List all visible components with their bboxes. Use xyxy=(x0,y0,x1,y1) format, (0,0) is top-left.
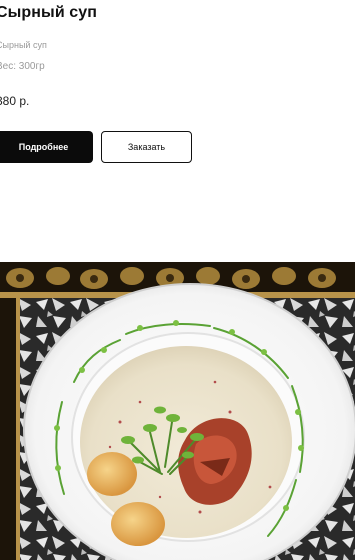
product-weight: Вес: 300гр xyxy=(0,61,45,72)
order-button[interactable]: Заказать xyxy=(101,131,192,163)
product-price: 380 р. xyxy=(0,94,30,108)
cheese-soup-image xyxy=(0,262,355,560)
product-photo[interactable] xyxy=(0,262,355,560)
product-title: Сырный суп xyxy=(0,4,98,21)
product-card: Сырный суп Сырный суп Вес: 300гр 380 р. … xyxy=(0,0,359,560)
product-description: Сырный суп xyxy=(0,40,47,50)
details-button[interactable]: Подробнее xyxy=(0,131,93,163)
product-title-wrap: Сырный суп xyxy=(0,4,97,22)
